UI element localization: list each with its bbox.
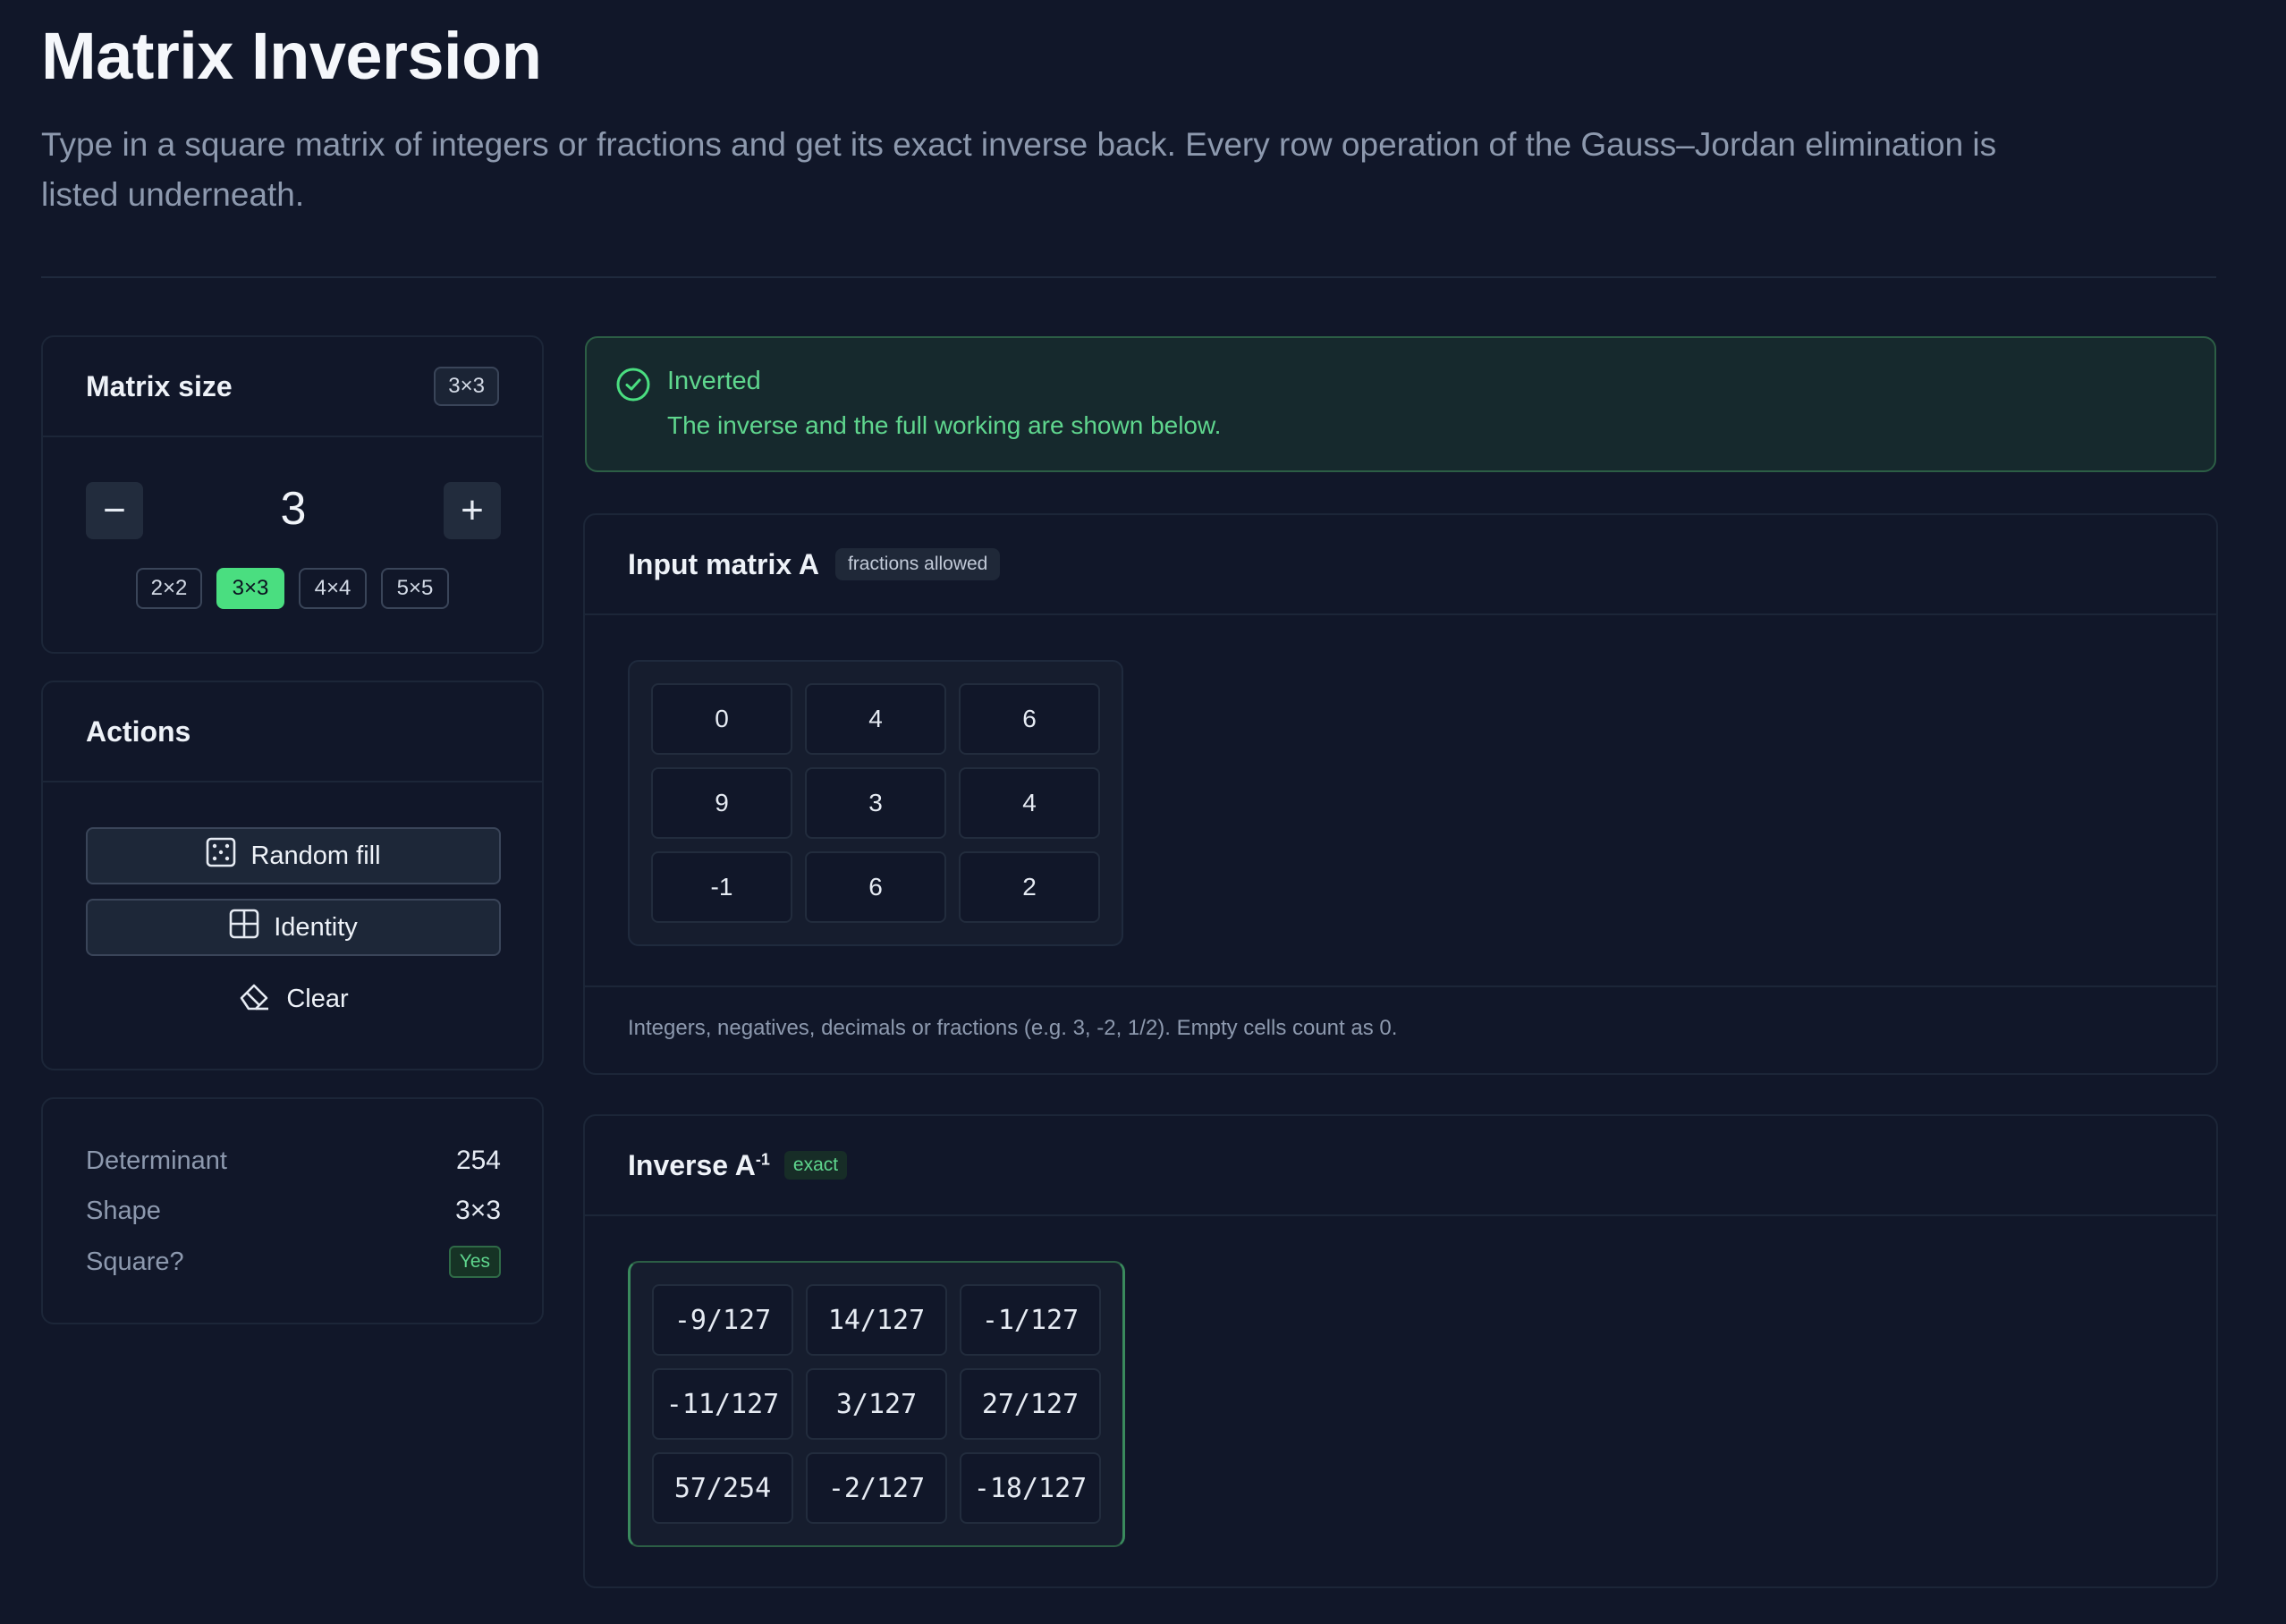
size-preset-5x5[interactable]: 5×5 bbox=[381, 568, 449, 609]
random-fill-button[interactable]: Random fill bbox=[86, 827, 501, 884]
size-preset-3x3[interactable]: 3×3 bbox=[216, 568, 284, 609]
inverse-superscript: -1 bbox=[755, 1149, 770, 1168]
identity-button[interactable]: Identity bbox=[86, 899, 501, 956]
input-cell-2-2[interactable]: 3 bbox=[805, 767, 946, 839]
clear-button[interactable]: Clear bbox=[86, 970, 501, 1028]
size-value: 3 bbox=[280, 483, 307, 535]
exact-badge: exact bbox=[783, 1151, 848, 1180]
random-fill-label: Random fill bbox=[250, 841, 381, 870]
inverse-cell-2-3: 27/127 bbox=[960, 1368, 1101, 1440]
status-message: The inverse and the full working are sho… bbox=[667, 411, 1222, 439]
size-preset-4x4[interactable]: 4×4 bbox=[299, 568, 367, 609]
eraser-icon bbox=[238, 980, 272, 1018]
input-matrix-title: Input matrix A bbox=[628, 547, 819, 580]
matrix-size-header: Matrix size 3×3 bbox=[43, 337, 542, 437]
square-badge: Yes bbox=[448, 1246, 501, 1278]
input-cell-3-1[interactable]: -1 bbox=[651, 851, 792, 923]
grid-icon bbox=[229, 909, 259, 946]
shape-row: Shape 3×3 bbox=[86, 1196, 501, 1226]
input-cell-2-1[interactable]: 9 bbox=[651, 767, 792, 839]
inverse-cell-2-2: 3/127 bbox=[806, 1368, 947, 1440]
identity-label: Identity bbox=[274, 912, 358, 942]
input-matrix-header: Input matrix A fractions allowed bbox=[585, 515, 2216, 615]
square-row: Square? Yes bbox=[86, 1246, 501, 1278]
determinant-row: Determinant 254 bbox=[86, 1146, 501, 1176]
matrix-size-card: Matrix size 3×3 − 3 + 2×2 3×3 4×4 5×5 bbox=[41, 335, 544, 654]
inverse-cell-2-1: -11/127 bbox=[652, 1368, 793, 1440]
input-cell-1-3[interactable]: 6 bbox=[959, 683, 1100, 755]
inverse-matrix-grid: -9/127 14/127 -1/127 -11/127 3/127 27/12… bbox=[628, 1261, 1125, 1547]
input-cell-3-3[interactable]: 2 bbox=[959, 851, 1100, 923]
input-cell-3-2[interactable]: 6 bbox=[805, 851, 946, 923]
page-title: Matrix Inversion bbox=[41, 19, 542, 93]
check-circle-icon bbox=[615, 367, 651, 407]
inverse-cell-3-3: -18/127 bbox=[960, 1452, 1101, 1524]
input-matrix-card: Input matrix A fractions allowed 0 4 6 9… bbox=[583, 513, 2218, 1075]
page-subtitle: Type in a square matrix of integers or f… bbox=[41, 126, 1997, 213]
inverse-cell-3-2: -2/127 bbox=[806, 1452, 947, 1524]
shape-label: Shape bbox=[86, 1196, 161, 1225]
size-preset-2x2[interactable]: 2×2 bbox=[136, 568, 202, 609]
fractions-badge: fractions allowed bbox=[834, 548, 1001, 580]
status-title: Inverted bbox=[667, 367, 761, 395]
input-cell-1-2[interactable]: 4 bbox=[805, 683, 946, 755]
determinant-value: 254 bbox=[455, 1146, 501, 1175]
input-footer-divider bbox=[585, 985, 2216, 987]
input-cell-2-3[interactable]: 4 bbox=[959, 767, 1100, 839]
decrement-size-button[interactable]: − bbox=[86, 482, 143, 539]
inverse-card: Inverse A-1 exact -9/127 14/127 -1/127 -… bbox=[583, 1114, 2218, 1588]
minus-icon: − bbox=[103, 488, 126, 532]
inverse-title-text: Inverse A bbox=[628, 1148, 756, 1181]
inverse-header: Inverse A-1 exact bbox=[585, 1116, 2216, 1216]
inverse-cell-3-1: 57/254 bbox=[652, 1452, 793, 1524]
actions-card: Actions Random fill Identity Clear bbox=[41, 681, 544, 1070]
dice-icon bbox=[206, 837, 236, 875]
status-banner: Inverted The inverse and the full workin… bbox=[585, 336, 2216, 472]
input-hint: Integers, negatives, decimals or fractio… bbox=[628, 1016, 1398, 1040]
inverse-cell-1-1: -9/127 bbox=[652, 1284, 793, 1356]
input-matrix-grid: 0 4 6 9 3 4 -1 6 2 bbox=[628, 660, 1123, 946]
inverse-title: Inverse A-1 bbox=[628, 1149, 770, 1182]
input-cell-1-1[interactable]: 0 bbox=[651, 683, 792, 755]
actions-title: Actions bbox=[86, 715, 191, 748]
stats-card: Determinant 254 Shape 3×3 Square? Yes bbox=[41, 1097, 544, 1324]
shape-value: 3×3 bbox=[455, 1196, 501, 1225]
inverse-cell-1-3: -1/127 bbox=[960, 1284, 1101, 1356]
matrix-size-title: Matrix size bbox=[86, 369, 233, 402]
plus-icon: + bbox=[461, 488, 484, 532]
square-label: Square? bbox=[86, 1247, 184, 1276]
increment-size-button[interactable]: + bbox=[444, 482, 501, 539]
matrix-size-badge: 3×3 bbox=[434, 367, 499, 406]
header-divider bbox=[41, 276, 2216, 278]
determinant-label: Determinant bbox=[86, 1146, 227, 1175]
actions-header: Actions bbox=[43, 682, 542, 782]
inverse-cell-1-2: 14/127 bbox=[806, 1284, 947, 1356]
clear-label: Clear bbox=[286, 984, 349, 1013]
